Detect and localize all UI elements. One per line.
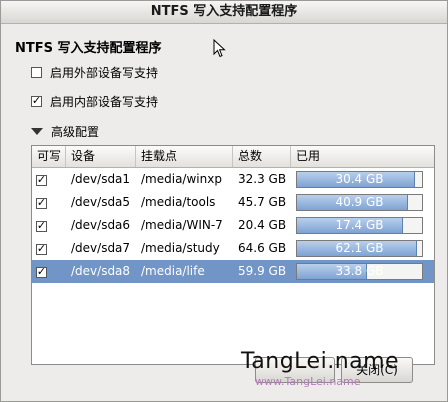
mouse-cursor-icon <box>213 39 226 58</box>
window-title: NTFS 写入支持配置程序 <box>1 1 447 24</box>
total-cell: 64.6 GB <box>238 241 287 255</box>
usage-bar: 40.9 GB <box>296 194 423 211</box>
external-write-label: 启用外部设备写支持 <box>50 65 159 80</box>
device-cell: /dev/sda5 <box>71 195 131 209</box>
table-row[interactable]: /dev/sda6 /media/WIN-7 20.4 GB 17.4 GB <box>32 214 434 237</box>
column-header-device[interactable]: 设备 <box>66 146 136 167</box>
mount-cell: /media/winxp <box>141 172 222 186</box>
writable-checkbox[interactable] <box>36 243 47 255</box>
table-row[interactable]: /dev/sda1 /media/winxp 32.3 GB 30.4 GB <box>32 168 434 191</box>
usage-bar: 62.1 GB <box>296 240 423 257</box>
expander-triangle-icon <box>31 128 43 135</box>
writable-checkbox[interactable] <box>36 174 47 186</box>
writable-checkbox[interactable] <box>36 197 47 209</box>
advanced-label: 高级配置 <box>51 125 100 139</box>
table-row[interactable]: /dev/sda7 /media/study 64.6 GB 62.1 GB <box>32 237 434 260</box>
device-cell: /dev/sda1 <box>71 172 131 186</box>
mount-cell: /media/life <box>141 264 205 278</box>
device-cell: /dev/sda7 <box>71 241 131 255</box>
used-label: 62.1 GB <box>335 241 384 255</box>
column-header-mount[interactable]: 挂载点 <box>136 146 233 167</box>
writable-checkbox[interactable] <box>36 220 47 232</box>
used-label: 33.8 GB <box>335 264 384 278</box>
advanced-expander[interactable]: 高级配置 <box>31 123 99 140</box>
mount-cell: /media/study <box>141 241 220 255</box>
column-header-writable[interactable]: 可写 <box>32 146 66 167</box>
mount-cell: /media/tools <box>141 195 216 209</box>
mount-cell: /media/WIN-7 <box>141 218 223 232</box>
usage-bar: 30.4 GB <box>296 171 423 188</box>
used-label: 30.4 GB <box>335 172 384 186</box>
total-cell: 20.4 GB <box>238 218 287 232</box>
total-cell: 45.7 GB <box>238 195 287 209</box>
watermark-subtext: www.TangLei.name <box>255 375 361 388</box>
internal-write-label: 启用内部设备写支持 <box>50 94 159 109</box>
device-cell: /dev/sda8 <box>71 264 131 278</box>
internal-write-checkbox[interactable] <box>31 95 42 107</box>
total-cell: 59.9 GB <box>238 264 287 278</box>
total-cell: 32.3 GB <box>238 172 287 186</box>
usage-bar: 33.8 GB <box>296 263 423 280</box>
device-table: 可写 设备 挂载点 总数 已用 /dev/sda1 /media/winxp 3… <box>31 145 435 365</box>
internal-write-option[interactable]: 启用内部设备写支持 <box>31 93 158 109</box>
table-row[interactable]: /dev/sda5 /media/tools 45.7 GB 40.9 GB <box>32 191 434 214</box>
external-write-checkbox[interactable] <box>31 66 42 78</box>
device-cell: /dev/sda6 <box>71 218 131 232</box>
table-row-selected[interactable]: /dev/sda8 /media/life 59.9 GB 33.8 GB <box>32 260 434 283</box>
watermark-text: TangLei.name <box>241 349 400 374</box>
usage-bar: 17.4 GB <box>296 217 423 234</box>
external-write-option[interactable]: 启用外部设备写支持 <box>31 64 158 80</box>
writable-checkbox[interactable] <box>36 266 47 278</box>
column-header-used[interactable]: 已用 <box>291 146 434 167</box>
page-heading: NTFS 写入支持配置程序 <box>15 41 162 56</box>
table-header: 可写 设备 挂载点 总数 已用 <box>32 146 434 168</box>
app-window: NTFS 写入支持配置程序 NTFS 写入支持配置程序 启用外部设备写支持 启用… <box>0 0 448 402</box>
column-header-total[interactable]: 总数 <box>233 146 291 167</box>
used-label: 40.9 GB <box>335 195 384 209</box>
used-label: 17.4 GB <box>335 218 384 232</box>
